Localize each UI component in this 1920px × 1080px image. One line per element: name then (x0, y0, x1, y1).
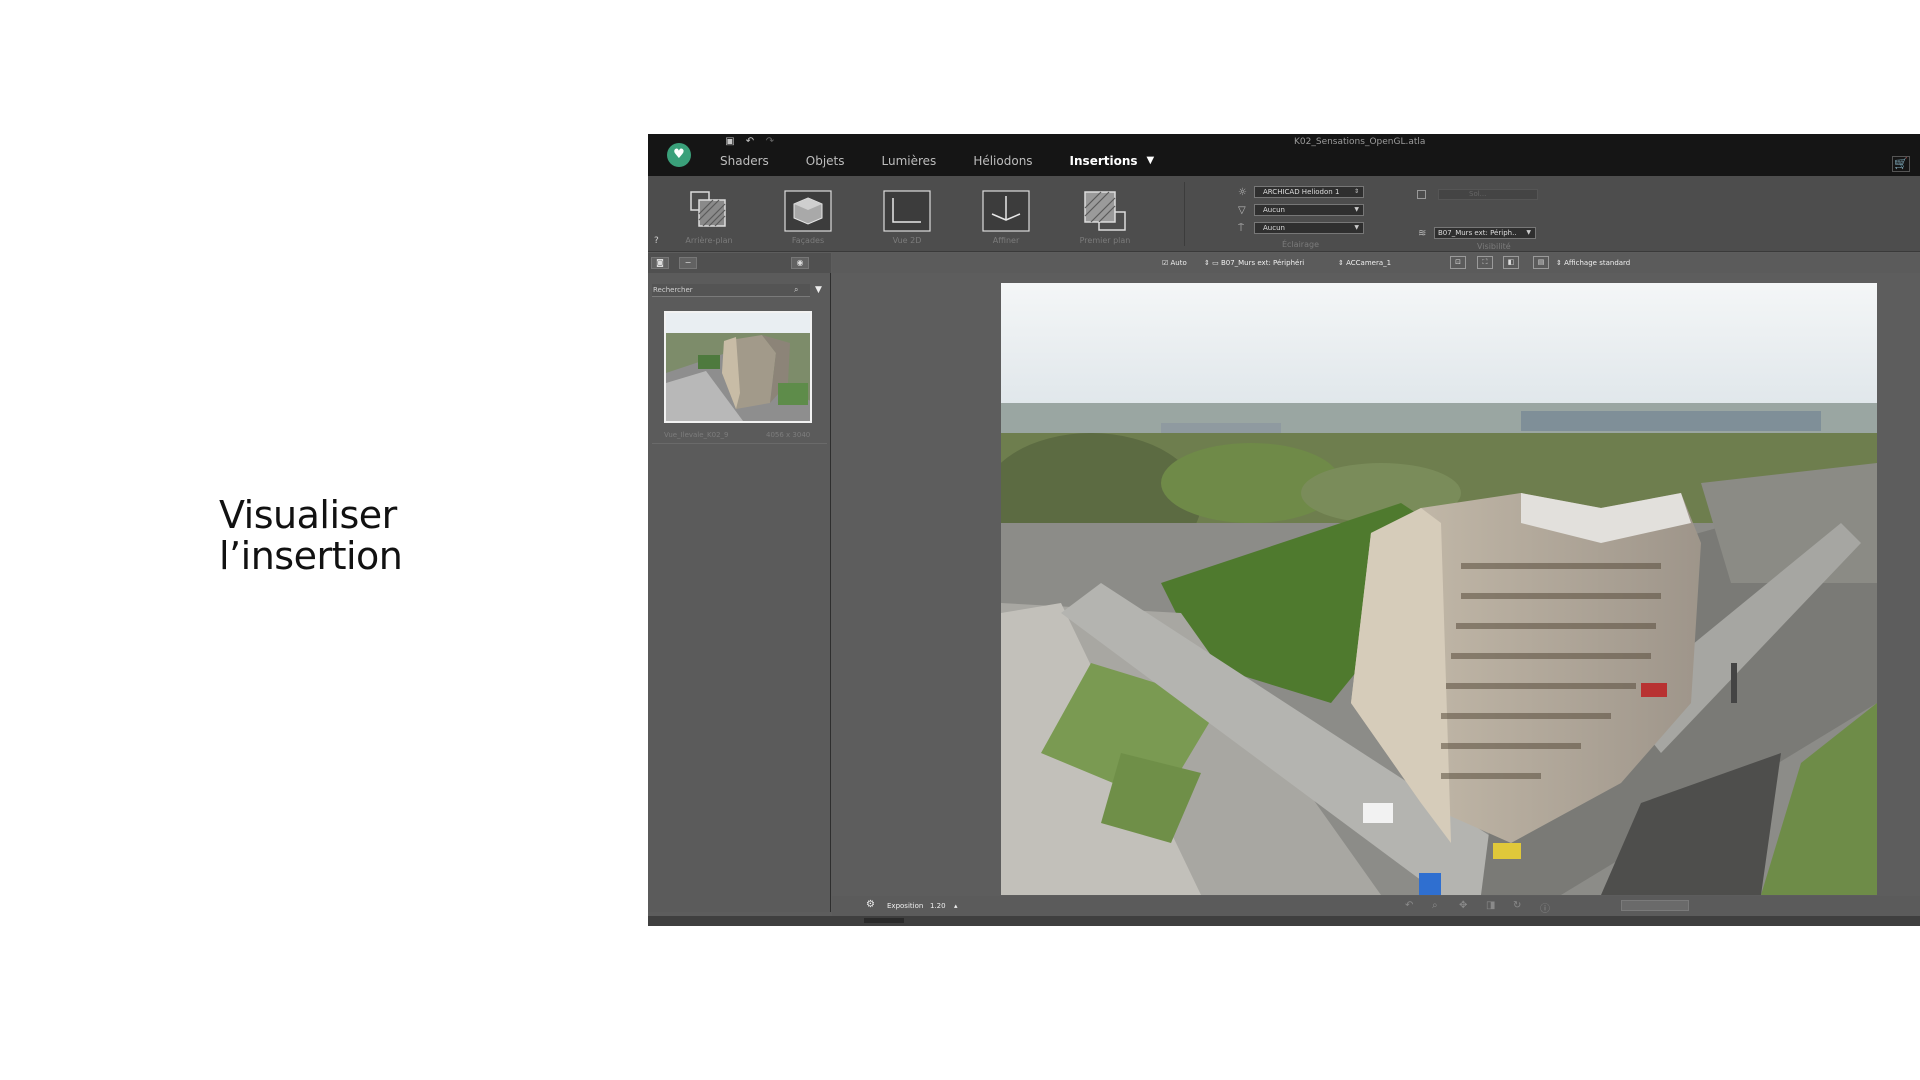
background-plane-icon (685, 190, 733, 232)
ribbon: Arrière-plan Façades Vue 2D Affiner Prem… (648, 176, 1920, 252)
menu-insertions[interactable]: Insertions (1070, 154, 1138, 168)
thumbnail-size: 4056 x 3040 (766, 431, 811, 439)
light-row-3: ⍑ Aucun ▼ (1238, 222, 1364, 234)
sun-icon: ☼ (1238, 186, 1247, 198)
slide: Visualiser l’insertion ▣ ↶ ↷ K02_Sensati… (0, 0, 1920, 1080)
layer-selector[interactable]: ⇕ ▭ B07_Murs ext: Périphéri (1204, 259, 1304, 267)
insertions-panel: ◙ − ◉ Rechercher ⌕ ▼ Vue_Ilevale_K02_9 4… (648, 253, 831, 912)
remove-button[interactable]: − (679, 257, 697, 269)
panel-toolbar: ◙ − ◉ (648, 253, 831, 273)
tool-label: Façades (791, 236, 825, 245)
menu-heliodons[interactable]: Héliodons (973, 154, 1032, 168)
frame-icon[interactable]: ⛶ (1477, 256, 1493, 269)
visibility-checkbox[interactable] (1417, 190, 1426, 199)
tool-vue-2d[interactable]: Vue 2D (867, 190, 947, 245)
thumbnail-caption: Vue_Ilevale_K02_9 (664, 431, 729, 439)
disabled-field: Sol... (1438, 189, 1538, 200)
camera-selector[interactable]: ⇕ ACCamera_1 (1338, 259, 1391, 267)
document-title: K02_Sensations_OpenGL.atla (1294, 137, 1426, 147)
refresh-icon[interactable]: ↻ (1513, 900, 1521, 911)
search-icon[interactable]: ⌕ (794, 285, 798, 295)
main-menu: Shaders Objets Lumières Héliodons Insert… (720, 154, 1154, 168)
heliodon-row: ☼ ARCHICAD Heliodon 1 ⇕ (1238, 186, 1364, 198)
aerial-render-image (1001, 283, 1877, 895)
foreground-plane-icon (1081, 190, 1129, 232)
facade-icon (784, 190, 832, 232)
horizontal-scrollbar[interactable] (648, 916, 1920, 926)
tool-premier-plan[interactable]: Premier plan (1065, 190, 1145, 245)
cart-icon[interactable]: 🛒 (1892, 156, 1910, 172)
spot-icon: ⍑ (1238, 222, 1244, 234)
undo-icon[interactable]: ↶ (744, 136, 756, 148)
compare-icon[interactable]: ◨ (1486, 900, 1495, 911)
tool-label: Vue 2D (892, 236, 922, 245)
auto-checkbox[interactable]: ☑ Auto (1162, 259, 1187, 267)
pan-icon[interactable]: ✥ (1459, 900, 1467, 911)
lighting-group-label: Éclairage (1282, 240, 1319, 249)
insertions-dropdown-icon[interactable]: ▼ (1147, 155, 1155, 168)
display-mode-icon[interactable]: ▤ (1533, 256, 1549, 269)
search-input[interactable]: Rechercher (652, 284, 810, 297)
refine-icon (982, 190, 1030, 232)
ribbon-separator (1184, 182, 1185, 246)
status-bar: ⚙ Exposition 1.20 ▴ ↶ ⌕ ✥ ◨ ↻ ⓘ (832, 896, 1920, 916)
tool-label: Arrière-plan (685, 236, 733, 245)
title-bar: ▣ ↶ ↷ K02_Sensations_OpenGL.atla ♥ Shade… (648, 134, 1920, 176)
fit-view-icon[interactable]: ⊡ (1450, 256, 1466, 269)
headline-line-2: l’insertion (219, 534, 403, 578)
camera-icon[interactable]: ◙ (651, 257, 669, 269)
save-icon[interactable]: ▣ (724, 136, 736, 148)
menu-objets[interactable]: Objets (806, 154, 845, 168)
menu-shaders[interactable]: Shaders (720, 154, 769, 168)
tool-arriere-plan[interactable]: Arrière-plan (669, 190, 749, 245)
layers-icon: ≋ (1418, 227, 1427, 239)
heliodon-select[interactable]: ARCHICAD Heliodon 1 ⇕ (1254, 186, 1364, 198)
info-icon[interactable]: ⓘ (1540, 900, 1550, 915)
render-viewport[interactable] (1001, 283, 1877, 895)
insertion-thumbnail[interactable] (664, 311, 812, 423)
tool-facades[interactable]: Façades (768, 190, 848, 245)
tool-label: Affiner (992, 236, 1020, 245)
viewport-toolbar: ☑ Auto ⇕ ▭ B07_Murs ext: Périphéri ⇕ ACC… (832, 253, 1920, 273)
slide-headline: Visualiser l’insertion (219, 493, 403, 578)
zoom-slider[interactable] (1621, 900, 1689, 911)
undo-view-icon[interactable]: ↶ (1405, 900, 1413, 911)
zoom-icon[interactable]: ⌕ (1432, 900, 1438, 911)
quick-access-toolbar: ▣ ↶ ↷ (724, 136, 776, 148)
light-select-2[interactable]: Aucun ▼ (1254, 204, 1364, 216)
light-select-3[interactable]: Aucun ▼ (1254, 222, 1364, 234)
headline-line-1: Visualiser (219, 493, 397, 537)
light-row-2: ▽ Aucun ▼ (1238, 204, 1364, 216)
display-mode-select[interactable]: ⇕ Affichage standard (1556, 259, 1630, 267)
app-window: ▣ ↶ ↷ K02_Sensations_OpenGL.atla ♥ Shade… (648, 134, 1920, 926)
tool-affiner[interactable]: Affiner (966, 190, 1046, 245)
visibility-layer-select[interactable]: B07_Murs ext: Périph.. ▼ (1434, 227, 1536, 239)
exposure-label: Exposition (887, 902, 924, 910)
help-icon[interactable]: ? (654, 236, 659, 246)
lamp-icon: ▽ (1238, 204, 1246, 216)
app-logo-icon[interactable]: ♥ (667, 143, 691, 167)
visibility-group-label: Visibilité (1477, 242, 1511, 251)
split-view-icon[interactable]: ◧ (1503, 256, 1519, 269)
panel-divider (652, 443, 827, 444)
filter-icon[interactable]: ▼ (815, 285, 822, 295)
eye-icon[interactable]: ◉ (791, 257, 809, 269)
exposure-value[interactable]: 1.20 (930, 902, 946, 910)
settings-gear-icon[interactable]: ⚙ (866, 899, 875, 910)
tool-label: Premier plan (1079, 236, 1131, 245)
visibility-layer-row: ≋ B07_Murs ext: Périph.. ▼ (1418, 227, 1536, 239)
scrollbar-thumb[interactable] (864, 918, 904, 923)
menu-lumieres[interactable]: Lumières (882, 154, 937, 168)
exposure-stepper-icon[interactable]: ▴ (954, 902, 958, 910)
redo-icon[interactable]: ↷ (764, 136, 776, 148)
view-2d-icon (883, 190, 931, 232)
